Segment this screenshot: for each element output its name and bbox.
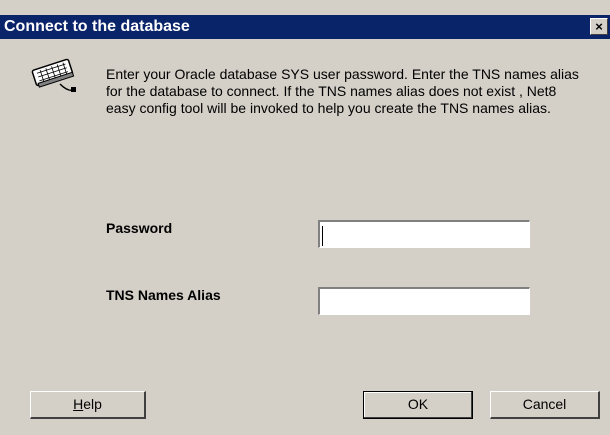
window-top-strip <box>0 0 610 15</box>
title-bar[interactable]: Connect to the database × <box>0 15 610 39</box>
ok-label: OK <box>407 396 429 412</box>
help-mnemonic: H <box>73 396 84 412</box>
tns-alias-label: TNS Names Alias <box>106 287 221 303</box>
cancel-button[interactable]: Cancel <box>490 391 600 419</box>
password-label: Password <box>106 220 173 236</box>
cancel-label: Cancel <box>522 396 567 412</box>
help-button[interactable]: Help <box>30 391 146 419</box>
ok-button[interactable]: OK <box>363 391 473 419</box>
help-label: elp <box>83 396 102 412</box>
keyboard-icon <box>31 58 76 92</box>
close-icon: × <box>595 19 603 34</box>
text-caret <box>322 226 323 246</box>
tns-alias-field[interactable] <box>318 287 530 315</box>
window-title: Connect to the database <box>4 18 190 35</box>
password-field[interactable] <box>318 220 530 248</box>
close-button[interactable]: × <box>590 18 608 35</box>
instruction-text: Enter your Oracle database SYS user pass… <box>106 66 579 116</box>
